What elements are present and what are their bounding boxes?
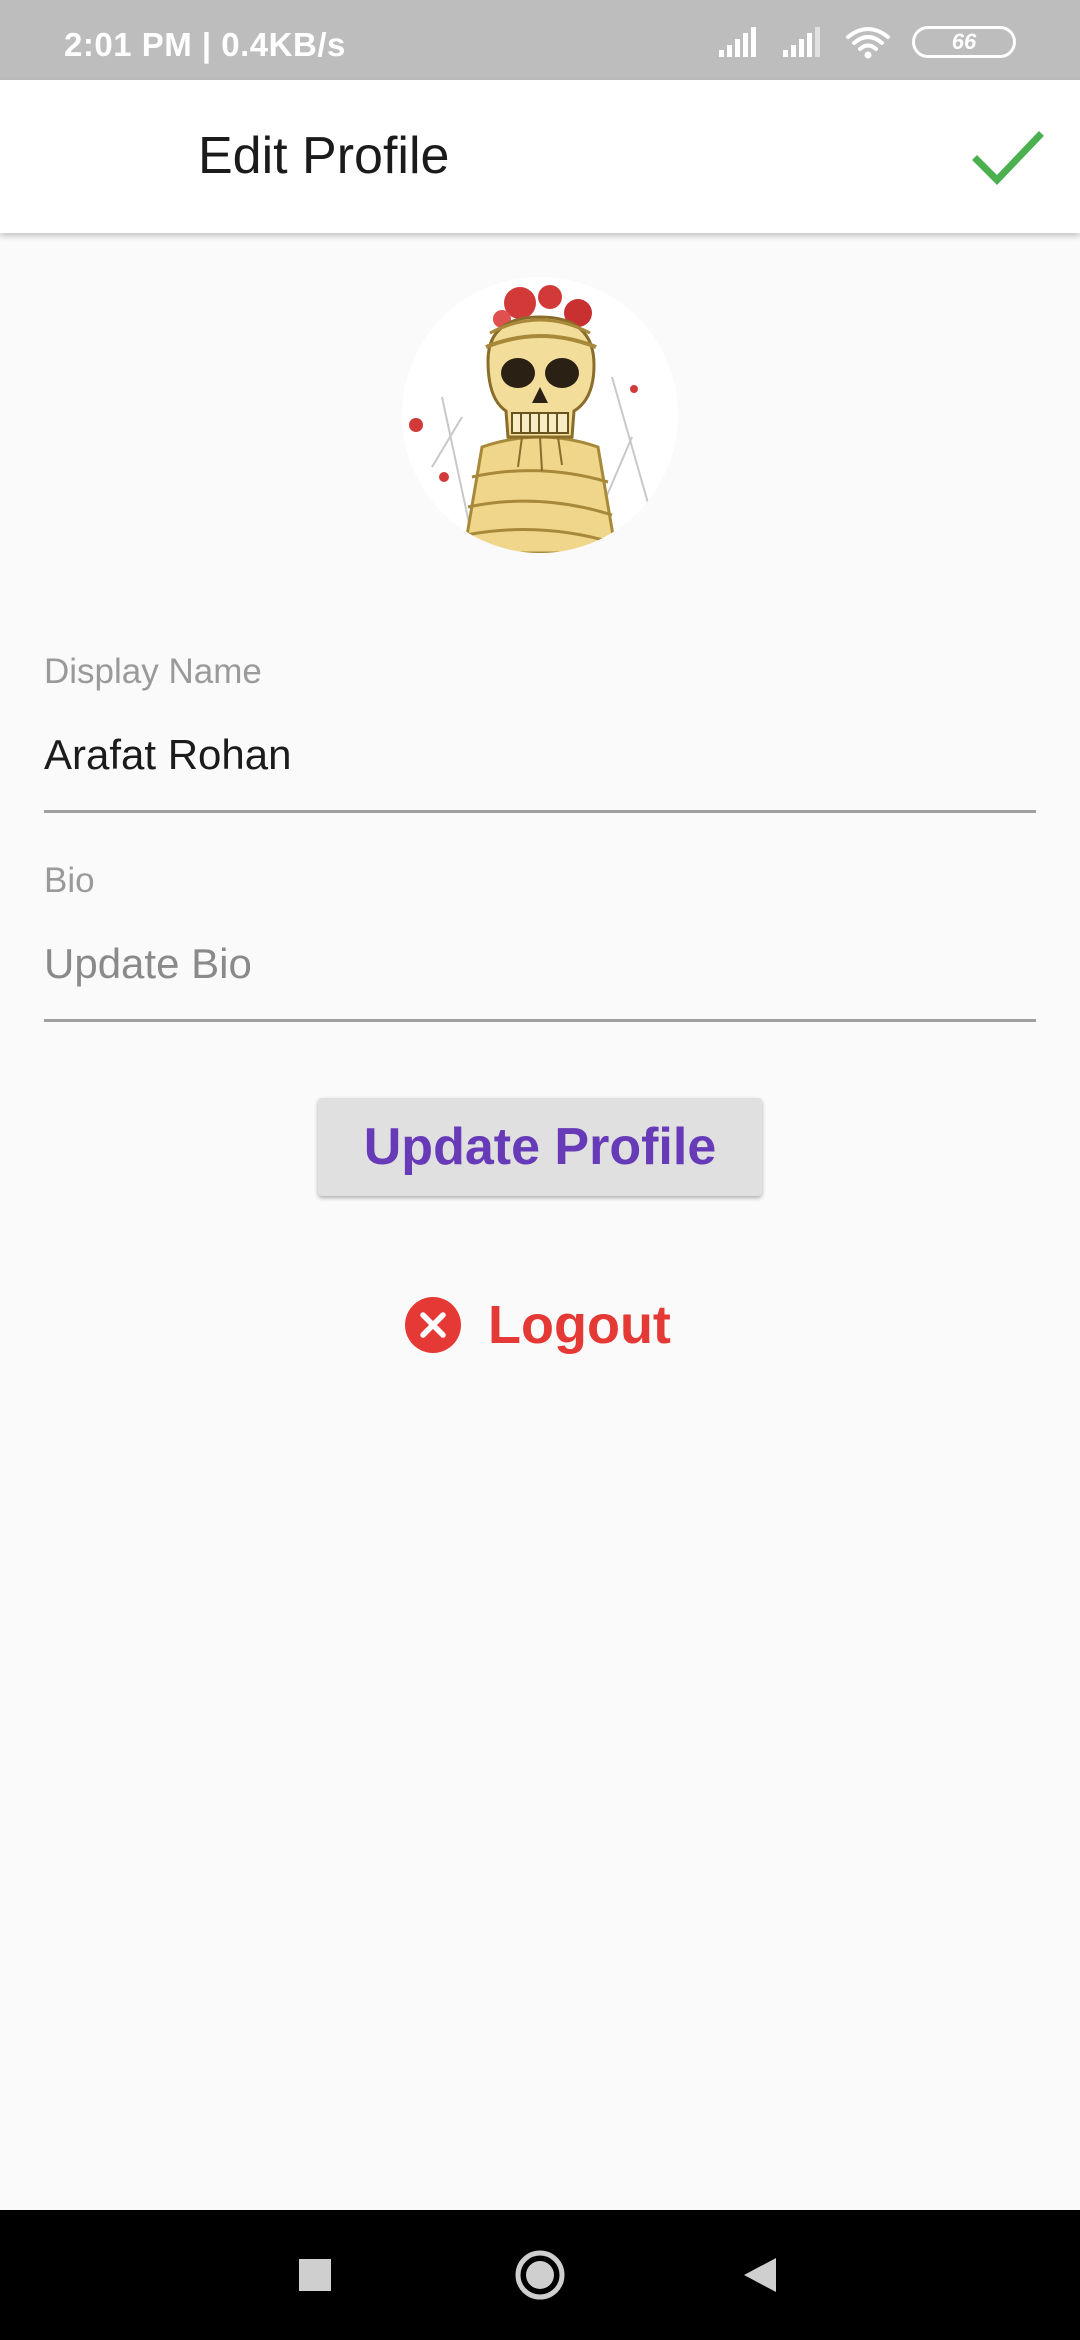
bio-input[interactable] — [44, 931, 1036, 997]
profile-avatar-image — [402, 277, 678, 553]
system-nav-bar — [0, 2210, 1080, 2340]
battery-level: 66 — [951, 29, 977, 54]
battery-icon: 66 — [912, 26, 1016, 58]
display-name-input[interactable] — [44, 722, 1036, 788]
recents-button[interactable] — [275, 2235, 355, 2315]
update-profile-label: Update Profile — [363, 1118, 717, 1176]
bio-label: Bio — [44, 861, 95, 900]
display-name-field: Display Name — [44, 652, 1036, 832]
update-profile-button[interactable]: Update Profile — [318, 1098, 762, 1196]
bio-field: Bio — [44, 861, 1036, 1041]
profile-avatar[interactable] — [402, 277, 678, 553]
close-circle-icon — [404, 1296, 462, 1354]
wifi-icon — [846, 27, 890, 59]
display-name-label: Display Name — [44, 652, 262, 691]
status-icons: 66 — [718, 20, 1016, 64]
back-button[interactable] — [720, 2235, 800, 2315]
home-button[interactable] — [500, 2235, 580, 2315]
display-name-underline — [44, 810, 1036, 813]
edit-profile-screen: 2:01 PM | 0.4KB/s 66 Edit Profile Displa… — [0, 0, 1080, 2340]
home-circle-icon — [515, 2250, 565, 2300]
confirm-button[interactable] — [948, 98, 1068, 218]
logout-label: Logout — [488, 1295, 671, 1355]
status-bar: 2:01 PM | 0.4KB/s 66 — [0, 0, 1080, 80]
check-icon — [972, 131, 1044, 186]
status-time-and-speed: 2:01 PM | 0.4KB/s — [64, 26, 346, 63]
app-bar: Edit Profile — [0, 80, 1080, 233]
signal-icon — [783, 27, 820, 57]
back-triangle-icon — [744, 2258, 776, 2292]
bio-underline — [44, 1019, 1036, 1022]
signal-icon — [719, 27, 756, 57]
recents-square-icon — [299, 2259, 331, 2291]
page-title: Edit Profile — [198, 127, 450, 185]
logout-button[interactable]: Logout — [404, 1285, 671, 1365]
